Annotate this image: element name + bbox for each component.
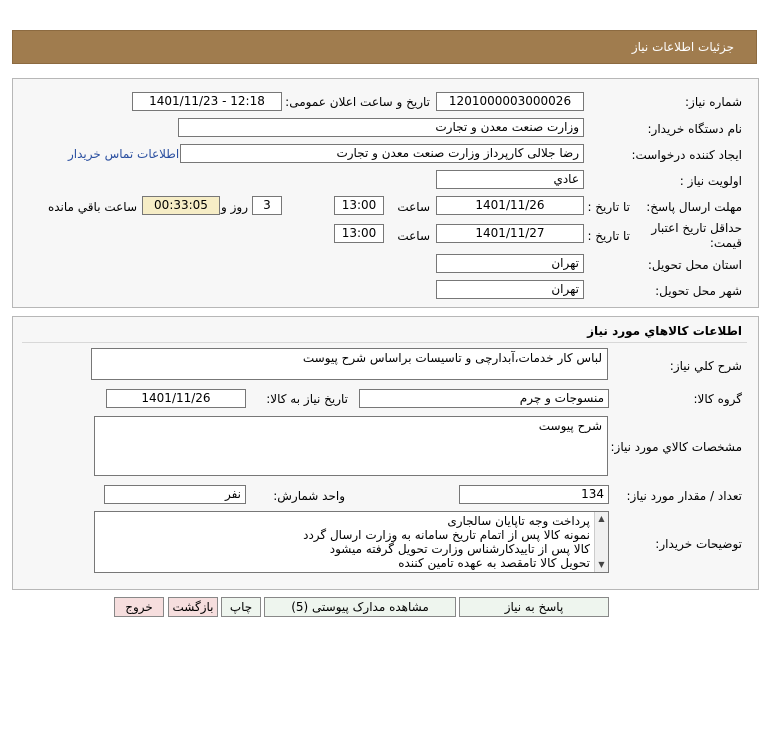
requester-label: ایجاد کننده درخواست:	[631, 148, 742, 162]
goods-divider	[22, 342, 747, 343]
validity-label-line2: قیمت:	[709, 236, 742, 250]
unit-field: نفر	[104, 485, 246, 504]
summary-field: لباس کار خدمات،آبدارچی و تاسیسات براساس …	[91, 348, 608, 380]
days-field: 3	[252, 196, 282, 215]
goods-group-label: گروه کالا:	[693, 392, 743, 406]
buyer-note-line: تحویل کالا تامقصد به عهده تامین کننده	[398, 556, 590, 570]
priority-label: اولویت نیاز :	[679, 174, 742, 188]
details-panel	[12, 78, 759, 308]
buyer-note-line: نمونه کالا پس از اتمام تاریخ سامانه به و…	[303, 528, 590, 542]
buyer-notes-field[interactable]: پرداخت وجه تاپایان سالجاری نمونه کالا پس…	[94, 511, 609, 573]
validity-time-label: ساعت	[397, 229, 430, 243]
goods-section-title: اطلاعات کالاهاي مورد نياز	[587, 324, 742, 338]
validity-label-line1: حداقل تاریخ اعتبار	[651, 221, 742, 235]
remaining-time-field: 00:33:05	[142, 196, 220, 215]
page-title: جزئیات اطلاعات نیاز	[631, 40, 734, 54]
scroll-up-icon[interactable]: ▲	[595, 512, 608, 526]
priority-field: عادي	[436, 170, 584, 189]
province-field: تهران	[436, 254, 584, 273]
validity-time-field: 13:00	[334, 224, 384, 243]
need-number-field: 1201000003000026	[436, 92, 584, 111]
province-label: استان محل تحویل:	[647, 258, 742, 272]
view-attachments-button[interactable]: مشاهده مدارک پیوستی (5)	[264, 597, 456, 617]
deadline-date-field: 1401/11/26	[436, 196, 584, 215]
print-button[interactable]: چاپ	[221, 597, 261, 617]
buyer-notes-scrollbar[interactable]: ▲ ▼	[594, 512, 608, 572]
requester-field: رضا جلالی کارپرداز وزارت صنعت معدن و تجا…	[180, 144, 584, 163]
buyer-note-line: پرداخت وجه تاپایان سالجاری	[447, 514, 590, 528]
need-date-field: 1401/11/26	[106, 389, 246, 408]
back-button[interactable]: بازگشت	[168, 597, 218, 617]
announce-field: 1401/11/23 - 12:18	[132, 92, 282, 111]
need-number-label: شماره نیاز:	[685, 95, 742, 109]
deadline-time-label: ساعت	[397, 200, 430, 214]
contact-buyer-link[interactable]: اطلاعات تماس خریدار	[68, 147, 179, 161]
buyer-notes-label: توضیحات خریدار:	[655, 537, 742, 551]
deadline-to-date-label: تا تاریخ :	[587, 200, 630, 214]
validity-date-field: 1401/11/27	[436, 224, 584, 243]
need-date-label: تاریخ نیاز به کالا:	[266, 392, 348, 406]
summary-label: شرح کلي نياز:	[669, 359, 742, 373]
scroll-down-icon[interactable]: ▼	[595, 558, 608, 572]
buyer-note-line: کالا پس از تاییدکارشناس وزارت تحویل گرفت…	[329, 542, 590, 556]
days-label: روز و	[221, 200, 248, 214]
validity-to-date-label: تا تاریخ :	[587, 229, 630, 243]
page-header: جزئیات اطلاعات نیاز	[12, 30, 757, 64]
deadline-label: مهلت ارسال پاسخ:	[646, 200, 742, 214]
deadline-time-field: 13:00	[334, 196, 384, 215]
quantity-field: 134	[459, 485, 609, 504]
unit-label: واحد شمارش:	[273, 489, 345, 503]
remaining-label: ساعت باقي مانده	[47, 200, 137, 214]
specs-field: شرح پیوست	[94, 416, 608, 476]
city-label: شهر محل تحویل:	[655, 284, 742, 298]
buyer-org-field: وزارت صنعت معدن و تجارت	[178, 118, 584, 137]
city-field: تهران	[436, 280, 584, 299]
announce-label: تاریخ و ساعت اعلان عمومی:	[285, 95, 430, 109]
specs-label: مشخصات کالاي مورد نياز:	[610, 440, 742, 454]
buyer-org-label: نام دستگاه خریدار:	[647, 122, 743, 136]
quantity-label: تعداد / مقدار مورد نیاز:	[626, 489, 742, 503]
goods-group-field: منسوجات و چرم	[359, 389, 609, 408]
reply-button[interactable]: پاسخ به نیاز	[459, 597, 609, 617]
exit-button[interactable]: خروج	[114, 597, 164, 617]
